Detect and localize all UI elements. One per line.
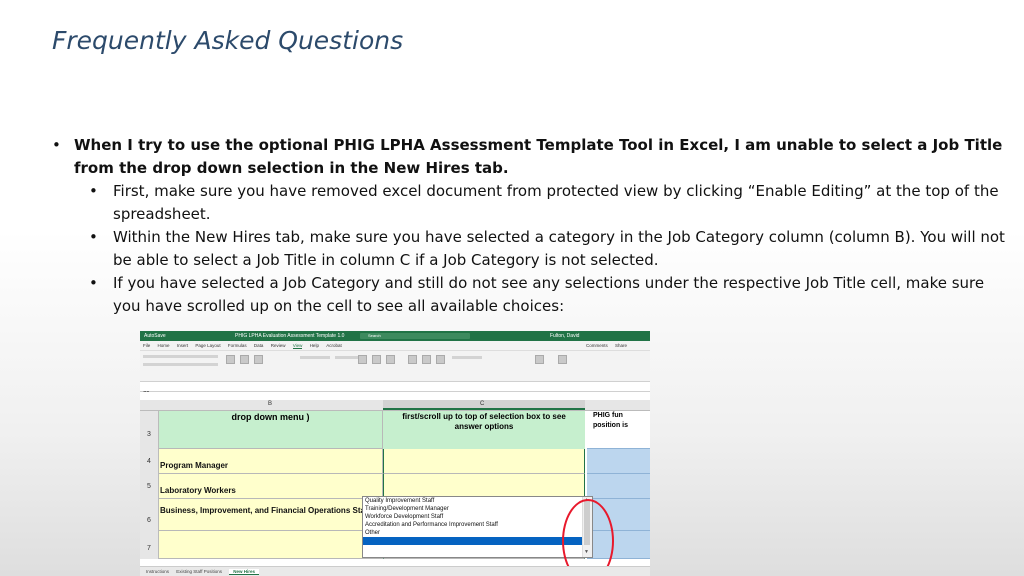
column-b-header[interactable]: B [268, 401, 272, 407]
dropdown-option-selected[interactable] [363, 537, 592, 545]
cell-b5[interactable]: Laboratory Workers [159, 474, 383, 499]
ribbon-tabs: File Home Insert Page Layout Formulas Da… [140, 341, 650, 351]
search-box[interactable]: Search [360, 333, 470, 339]
row-header-5[interactable]: 5 [140, 474, 159, 499]
menu-formulas[interactable]: Formulas [228, 343, 247, 348]
normal-view-icon[interactable] [226, 355, 235, 364]
cell-c4[interactable] [383, 449, 585, 474]
column-d-title-line1: PHIG fun [593, 412, 623, 419]
dropdown-option[interactable]: Quality Improvement Staff [363, 497, 592, 505]
new-window-icon[interactable] [408, 355, 417, 364]
share-button[interactable]: Share [615, 343, 627, 348]
row-header-3[interactable]: 3 [140, 411, 159, 449]
page-layout-icon[interactable] [254, 355, 263, 364]
formula-bar: C6 [140, 382, 650, 397]
menu-help[interactable]: Help [310, 343, 319, 348]
annotation-circle [562, 499, 614, 576]
sub-bullet-2: Within the New Hires tab, make sure you … [89, 226, 1012, 272]
user-name[interactable]: Fulton, David [550, 331, 579, 341]
sheet-tab-existing-staff[interactable]: Existing Staff Positions [176, 569, 222, 574]
column-c-title-cell[interactable]: first/scroll up to top of selection box … [383, 411, 585, 449]
row-header-4[interactable]: 4 [140, 449, 159, 474]
excel-screenshot: AutoSave PHIG LPHA Evaluation Assessment… [140, 331, 650, 576]
zoom-selection-icon[interactable] [386, 355, 395, 364]
macros-icon[interactable] [558, 355, 567, 364]
arrange-all-icon[interactable] [422, 355, 431, 364]
sheet-tab-new-hires[interactable]: New Hires [229, 569, 260, 575]
split-button[interactable] [452, 356, 482, 359]
cell-b4[interactable]: Program Manager [159, 449, 383, 474]
window-title: PHIG LPHA Evaluation Assessment Template… [235, 333, 345, 339]
sheet-tab-instructions[interactable]: Instructions [146, 569, 169, 574]
dropdown-option[interactable]: Training/Development Manager [363, 505, 592, 513]
row-header-7[interactable]: 7 [140, 531, 159, 559]
cell-b7[interactable] [159, 531, 383, 559]
spreadsheet-grid: B C 3 drop down menu ) first/scroll up t… [140, 392, 650, 576]
column-c-title-line1: first/scroll up to top of selection box … [402, 412, 566, 421]
menu-view[interactable]: View [292, 343, 303, 349]
freeze-panes-icon[interactable] [436, 355, 445, 364]
switch-windows-icon[interactable] [535, 355, 544, 364]
ribbon-control[interactable] [143, 355, 218, 358]
column-d-title-cell[interactable]: PHIG fun position is [587, 411, 650, 449]
ribbon-control[interactable] [143, 363, 218, 366]
row-header-6[interactable]: 6 [140, 499, 159, 531]
menu-data[interactable]: Data [254, 343, 264, 348]
sub-bullet-3: If you have selected a Job Category and … [89, 272, 1012, 318]
menu-insert[interactable]: Insert [177, 343, 188, 348]
column-b-title-cell[interactable]: drop down menu ) [159, 411, 383, 449]
cell-d5[interactable] [587, 474, 650, 499]
ruler-checkbox[interactable] [300, 356, 330, 359]
zoom-icon[interactable] [358, 355, 367, 364]
main-bullet: When I try to use the optional PHIG LPHA… [52, 134, 1012, 180]
menu-acrobat[interactable]: Acrobat [326, 343, 342, 348]
sub-bullet-1: First, make sure you have removed excel … [89, 180, 1012, 226]
dropdown-option[interactable]: Accreditation and Performance Improvemen… [363, 521, 592, 529]
excel-title-bar: AutoSave PHIG LPHA Evaluation Assessment… [140, 331, 650, 341]
column-d-title-line2: position is [593, 422, 628, 429]
cell-d4[interactable] [587, 449, 650, 474]
menu-page-layout[interactable]: Page Layout [195, 343, 220, 348]
page-break-icon[interactable] [240, 355, 249, 364]
menu-home[interactable]: Home [158, 343, 170, 348]
menu-review[interactable]: Review [271, 343, 286, 348]
sheet-tabs: Instructions Existing Staff Positions Ne… [140, 566, 650, 576]
zoom-100-icon[interactable] [372, 355, 381, 364]
slide-title: Frequently Asked Questions [52, 26, 404, 55]
ribbon-toolbar [140, 351, 650, 382]
dropdown-option[interactable]: Workforce Development Staff [363, 513, 592, 521]
job-title-dropdown[interactable]: Quality Improvement Staff Training/Devel… [362, 496, 593, 558]
faq-bullets: When I try to use the optional PHIG LPHA… [52, 134, 1012, 318]
column-headers: B C [140, 400, 650, 411]
column-c-title-line2: answer options [454, 422, 514, 431]
comments-button[interactable]: Comments [586, 343, 608, 348]
dropdown-option[interactable]: Other [363, 529, 592, 537]
menu-file[interactable]: File [143, 343, 150, 348]
cell-b6[interactable]: Business, Improvement, and Financial Ope… [159, 499, 383, 531]
column-c-header[interactable]: C [480, 401, 484, 407]
autosave-label[interactable]: AutoSave [144, 331, 166, 341]
